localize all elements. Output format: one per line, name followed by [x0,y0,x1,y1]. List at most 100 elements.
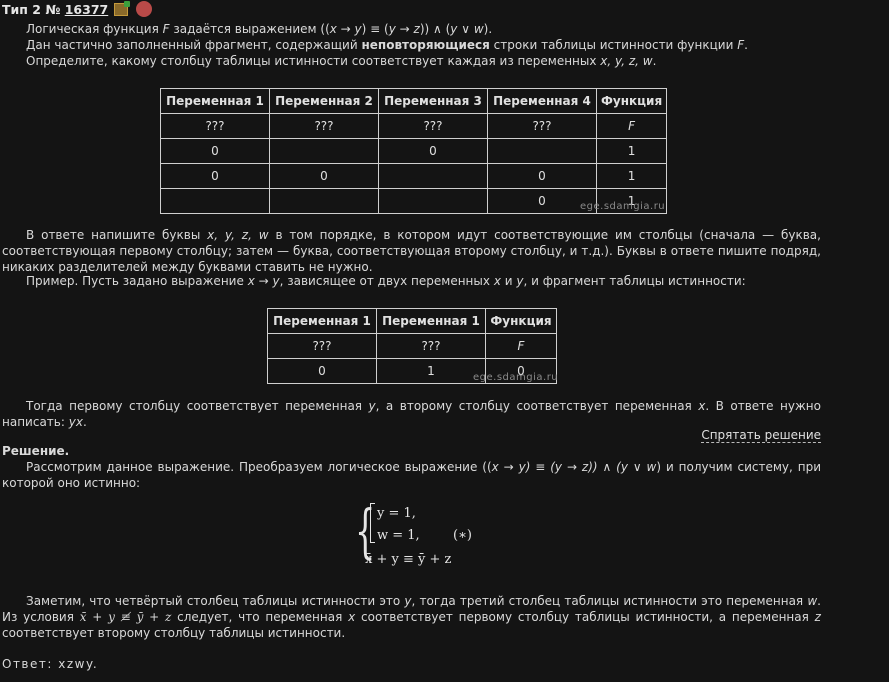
vars: x, y, z, w [600,54,653,68]
var: x [348,610,356,624]
example-paragraph: Пример. Пусть задано выражение x → y, за… [26,273,821,289]
table-cell [269,138,379,164]
var: y [404,594,412,608]
table-cell: 0 [378,138,488,164]
problem-line-2: Дан частично заполненный фрагмент, содер… [26,38,748,52]
var: y [388,22,396,36]
text: , а второму столбцу соответствует переме… [375,399,692,413]
text: Пример. Пусть задано выражение [26,274,244,288]
var: z [814,610,821,624]
status-dot-icon[interactable] [136,1,153,17]
hide-solution-link[interactable]: Спрятать решение [701,428,821,443]
var: w [473,22,484,36]
var-f: F [162,22,170,36]
column-header: Функция [485,308,557,334]
table-cell [487,138,597,164]
var-f: F [737,38,745,52]
table-cell [160,188,270,214]
text: Заметим, что четвёртый столбец таблицы и… [26,594,401,608]
table-cell: ??? [267,333,377,359]
problem-number-link[interactable]: 16377 [65,2,109,17]
expr: x → y [247,274,280,288]
op: )) ∧ ( [419,22,451,36]
answer-line: Ответ: xzwy. [2,656,98,672]
text: Определите, какому столбцу таблицы истин… [26,54,597,68]
problem-line-3: Определите, какому столбцу таблицы истин… [26,53,821,69]
text: В ответе напишите буквы [26,228,201,242]
condition-formula: x̄ + y ≢ ȳ + z [79,610,172,624]
text: Логическая функция [26,22,159,36]
op: ) ≡ ( [361,22,389,36]
column-header: Переменная 4 [487,88,597,114]
op: ∨ [457,22,474,36]
watermark: ege.sdamgia.ru [580,201,666,212]
text: соответствует первому столбцу таблицы ис… [361,610,809,624]
table-row: 0 0 0 1 [160,163,668,189]
solution-paragraph-2: Заметим, что четвёртый столбец таблицы и… [2,593,821,641]
table-row: 0 0 1 [160,138,668,164]
table-cell: ??? [160,113,270,139]
text: , тогда третий столбец таблицы истинност… [411,594,804,608]
text: , и фрагмент таблицы истинности: [523,274,746,288]
bracket-icon [370,503,375,543]
var: x [493,274,501,288]
var: y [354,22,362,36]
var: y [368,399,376,413]
text: . [652,54,657,68]
watermark: ege.sdamgia.ru [473,372,559,383]
text: строки таблицы истинности функции [493,38,734,52]
column-header: Переменная 1 [160,88,270,114]
text: Тогда первому столбцу соответствует пере… [26,399,363,413]
table-cell: 0 [160,138,270,164]
notebook-icon[interactable] [114,1,131,16]
op: ). [483,22,493,36]
table-cell: F [485,333,557,359]
text: и [504,274,513,288]
table-row: ??? ??? F [267,333,557,359]
op: → [395,22,414,36]
answer-value: xzwy. [58,657,99,671]
instructions-paragraph: В ответе напишите буквы x, y, z, w в том… [2,227,821,275]
vars: x, y, z, w [207,228,269,242]
var: x [329,22,337,36]
answer-label: Ответ: [2,657,53,671]
column-header: Переменная 3 [378,88,488,114]
table-cell [269,188,379,214]
solution-paragraph-1: Рассмотрим данное выражение. Преобразуем… [2,459,821,491]
solution-title: Решение. [2,444,70,458]
table-cell: 1 [595,138,668,164]
text: Рассмотрим данное выражение. Преобразуем… [26,460,492,474]
problem-line-1: Логическая функция F задаётся выражением… [26,21,821,37]
table-cell: 1 [376,358,486,384]
equation-1: y = 1, [377,506,416,521]
var: w [807,594,818,608]
var: y [516,274,524,288]
text: соответствует второму столбцу таблицы ис… [2,626,346,640]
text: Дан частично заполненный фрагмент, содер… [26,38,358,52]
emphasis: неповторяющиеся [361,38,490,52]
column-header: Переменная 1 [376,308,486,334]
expr: x → y) ≡ (y → z)) ∧ (y ∨ w [491,460,657,474]
table-cell: ??? [487,113,597,139]
table-cell [378,163,488,189]
equation-3: x̄ + y ≡ ȳ + z [365,552,452,567]
table-cell: 0 [487,163,597,189]
table-cell: F [595,113,668,139]
example-answer-paragraph: Тогда первому столбцу соответствует пере… [2,398,821,430]
table-cell: ??? [269,113,379,139]
table-cell: 0 [267,358,377,384]
table-cell: 0 [160,163,270,189]
problem-header: Тип 2 № 16377 [2,1,153,18]
table-row: ??? ??? ??? ??? F [160,113,668,139]
text: задаётся выражением (( [173,22,330,36]
table-cell: ??? [376,333,486,359]
table-cell: ??? [378,113,488,139]
equation-mark: (∗) [453,528,472,543]
column-header: Переменная 1 [267,308,377,334]
table-cell [378,188,488,214]
text: . [82,415,87,429]
column-header: Функция [595,88,668,114]
equation-system: { y = 1, w = 1, (∗) x̄ + y ≡ ȳ + z [355,500,485,572]
column-header: Переменная 2 [269,88,379,114]
op: → [336,22,355,36]
